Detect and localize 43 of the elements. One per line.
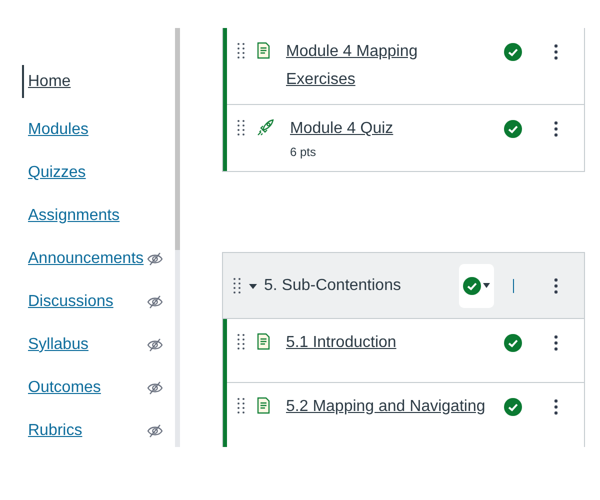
- kebab-icon: [554, 278, 558, 294]
- document-icon: [257, 42, 270, 59]
- published-check-icon[interactable]: [504, 120, 522, 138]
- caret-icon[interactable]: [249, 282, 257, 290]
- nav-link[interactable]: Syllabus: [24, 333, 88, 356]
- nav-link[interactable]: Announcements: [24, 247, 144, 270]
- published-check-icon[interactable]: [504, 334, 522, 352]
- published-check-icon[interactable]: [463, 276, 481, 294]
- nav-link[interactable]: Assignments: [24, 204, 120, 227]
- hidden-eye-icon: [147, 424, 163, 438]
- document-icon: [257, 397, 270, 414]
- nav-link[interactable]: Modules: [24, 118, 88, 141]
- drag-handle-icon[interactable]: [237, 42, 245, 58]
- kebab-icon: [554, 44, 558, 60]
- kebab-icon: [554, 121, 558, 137]
- nav-link[interactable]: Quizzes: [24, 161, 86, 184]
- drag-handle-icon[interactable]: [237, 398, 245, 414]
- drag-handle-icon[interactable]: [237, 334, 245, 350]
- rocket-icon: [257, 119, 274, 136]
- module-title: 5. Sub-Contentions: [264, 276, 401, 296]
- hidden-eye-icon: [147, 252, 163, 266]
- item-title-link[interactable]: Module 4 Mapping Exercises: [286, 38, 486, 94]
- kebab-icon: [554, 399, 558, 415]
- hidden-eye-icon: [147, 380, 163, 394]
- published-check-icon[interactable]: [504, 398, 522, 416]
- points-label: 6 pts: [290, 144, 318, 161]
- hidden-eye-icon: [147, 294, 163, 308]
- nav-link[interactable]: Discussions: [24, 290, 114, 313]
- item-title-link[interactable]: 5.1 Introduction: [286, 329, 486, 357]
- item-title-link[interactable]: 5.2 Mapping and Navigating: [286, 393, 486, 421]
- hidden-eye-icon: [147, 338, 163, 352]
- scrollbar[interactable]: [175, 28, 180, 447]
- publish-menu-button[interactable]: [459, 264, 494, 308]
- published-check-icon[interactable]: [504, 43, 522, 61]
- nav-link[interactable]: Outcomes: [24, 376, 101, 399]
- nav-link[interactable]: Home: [22, 65, 71, 98]
- drag-handle-icon[interactable]: [237, 120, 245, 136]
- document-icon: [257, 333, 270, 350]
- kebab-icon: [554, 335, 558, 351]
- nav-link[interactable]: Rubrics: [24, 419, 82, 442]
- drag-handle-icon[interactable]: [233, 278, 241, 294]
- item-title-link[interactable]: Module 4 Quiz: [290, 115, 490, 143]
- caret-icon: [483, 282, 490, 288]
